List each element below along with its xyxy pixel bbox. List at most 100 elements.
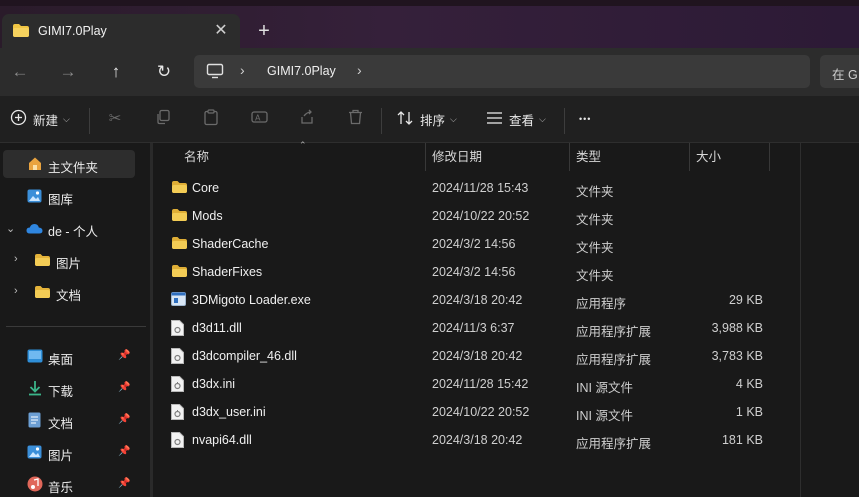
- sidebar-item-desktop[interactable]: 桌面 📌: [0, 342, 146, 370]
- chevron-down-icon: ⌵: [450, 113, 457, 124]
- share-icon[interactable]: [297, 109, 317, 129]
- chevron-right-icon[interactable]: ›: [14, 285, 18, 297]
- column-divider[interactable]: [569, 143, 570, 171]
- file-name: ShaderFixes: [192, 265, 263, 279]
- breadcrumb-separator[interactable]: ›: [240, 62, 245, 78]
- download-icon: [28, 380, 42, 399]
- file-row[interactable]: d3dx.ini 2024/11/28 15:42 INI 源文件 4 KB: [161, 370, 801, 398]
- sidebar-item-home[interactable]: 主文件夹: [3, 150, 135, 178]
- sidebar-item-documents[interactable]: 文档 📌: [0, 406, 146, 434]
- more-options-button[interactable]: •••: [579, 107, 591, 131]
- sidebar-item-label: 主文件夹: [48, 161, 99, 175]
- sidebar-item-label: 文档: [56, 289, 82, 303]
- dll-file-icon: [171, 432, 184, 451]
- close-tab-icon[interactable]: ✕: [210, 20, 232, 42]
- divider: [6, 326, 146, 327]
- file-date-modified: 2024/11/28 15:43: [432, 181, 529, 195]
- sidebar-item-pictures-cloud[interactable]: › 图片: [0, 246, 146, 274]
- up-button[interactable]: ↑: [103, 60, 129, 84]
- file-date-modified: 2024/10/22 20:52: [432, 405, 530, 419]
- new-tab-button[interactable]: +: [252, 20, 276, 44]
- forward-button[interactable]: →: [55, 60, 81, 84]
- sidebar-item-music[interactable]: 音乐 📌: [0, 470, 146, 497]
- column-header-name[interactable]: 名称: [184, 143, 209, 171]
- sort-icon: [397, 110, 414, 129]
- delete-icon[interactable]: [345, 109, 365, 129]
- back-button[interactable]: ←: [7, 60, 33, 84]
- file-size: 3,988 KB: [711, 321, 763, 335]
- folder-icon: [34, 253, 51, 270]
- pin-icon[interactable]: 📌: [118, 478, 130, 489]
- folder-icon: [171, 180, 188, 197]
- copy-icon[interactable]: [153, 109, 173, 129]
- chevron-down-icon: ⌵: [63, 113, 70, 124]
- sidebar-item-label: 图库: [48, 193, 74, 207]
- file-name: 3DMigoto Loader.exe: [192, 293, 311, 307]
- file-name: nvapi64.dll: [192, 433, 252, 447]
- music-icon: [27, 476, 43, 495]
- file-date-modified: 2024/3/2 14:56: [432, 265, 516, 279]
- pin-icon[interactable]: 📌: [118, 382, 130, 393]
- computer-icon[interactable]: [206, 63, 224, 82]
- pin-icon[interactable]: 📌: [118, 446, 130, 457]
- search-input[interactable]: 在 G: [820, 55, 859, 88]
- column-divider[interactable]: [689, 143, 690, 171]
- file-type: 应用程序扩展: [576, 437, 652, 451]
- file-date-modified: 2024/11/3 6:37: [432, 321, 515, 335]
- gallery-icon: [27, 189, 42, 206]
- breadcrumb-item[interactable]: GIMI7.0Play: [267, 64, 336, 78]
- file-date-modified: 2024/10/22 20:52: [432, 209, 530, 223]
- file-row[interactable]: 3DMigoto Loader.exe 2024/3/18 20:42 应用程序 29…: [161, 286, 801, 314]
- address-bar[interactable]: › GIMI7.0Play ›: [194, 55, 810, 88]
- application-icon: [171, 292, 186, 309]
- chevron-down-icon[interactable]: ⌄: [6, 222, 15, 235]
- pin-icon[interactable]: 📌: [118, 414, 130, 425]
- file-row[interactable]: ShaderCache 2024/3/2 14:56 文件夹: [161, 230, 801, 258]
- breadcrumb-separator[interactable]: ›: [357, 62, 362, 78]
- sort-button[interactable]: 排序 ⌵: [397, 107, 457, 131]
- file-size: 3,783 KB: [711, 349, 763, 363]
- chevron-right-icon[interactable]: ›: [14, 253, 18, 265]
- file-date-modified: 2024/11/28 15:42: [432, 377, 529, 391]
- column-header-modified[interactable]: 修改日期: [432, 143, 482, 171]
- view-label: 查看: [509, 113, 535, 128]
- file-row[interactable]: Mods 2024/10/22 20:52 文件夹: [161, 202, 801, 230]
- rename-icon[interactable]: A: [249, 109, 269, 129]
- column-header-type[interactable]: 类型: [576, 143, 601, 171]
- tab-title: GIMI7.0Play: [38, 24, 107, 38]
- navigation-pane: 主文件夹 图库 ⌄ de - 个人 › 图片 › 文档 桌面 📌 下载 📌 文档…: [0, 143, 146, 497]
- sidebar-item-label: 桌面: [48, 353, 74, 367]
- file-row[interactable]: d3dcompiler_46.dll 2024/3/18 20:42 应用程序扩展 3…: [161, 342, 801, 370]
- command-bar: 新建 ⌵ ✂ A 排序 ⌵ 查看 ⌵ •••: [0, 96, 859, 143]
- chevron-down-icon: ⌵: [539, 113, 546, 124]
- file-row[interactable]: d3dx_user.ini 2024/10/22 20:52 INI 源文件 1 KB: [161, 398, 801, 426]
- file-row[interactable]: d3d11.dll 2024/11/3 6:37 应用程序扩展 3,988 KB: [161, 314, 801, 342]
- column-divider[interactable]: [425, 143, 426, 171]
- sidebar-item-documents-cloud[interactable]: › 文档: [0, 278, 146, 306]
- file-type: 应用程序: [576, 297, 627, 311]
- divider: [564, 108, 565, 134]
- plus-circle-icon: [10, 109, 27, 129]
- column-header-size[interactable]: 大小: [696, 143, 721, 171]
- refresh-button[interactable]: ↻: [151, 60, 177, 84]
- svg-text:A: A: [255, 114, 261, 123]
- file-row[interactable]: nvapi64.dll 2024/3/18 20:42 应用程序扩展 181 KB: [161, 426, 801, 454]
- sidebar-item-onedrive[interactable]: ⌄ de - 个人: [0, 214, 146, 242]
- sidebar-item-gallery[interactable]: 图库: [0, 182, 146, 210]
- pin-icon[interactable]: 📌: [118, 350, 130, 361]
- file-type: INI 源文件: [576, 381, 633, 395]
- title-bar: GIMI7.0Play ✕ +: [0, 0, 859, 48]
- tab-gimi[interactable]: GIMI7.0Play ✕: [2, 14, 240, 48]
- file-row[interactable]: Core 2024/11/28 15:43 文件夹: [161, 174, 801, 202]
- sidebar-item-pictures[interactable]: 图片 📌: [0, 438, 146, 466]
- column-divider[interactable]: [769, 143, 770, 171]
- dll-file-icon: [171, 320, 184, 339]
- navigation-bar: ← → ↑ ↻ › GIMI7.0Play › 在 G: [0, 48, 859, 96]
- sidebar-item-downloads[interactable]: 下载 📌: [0, 374, 146, 402]
- file-row[interactable]: ShaderFixes 2024/3/2 14:56 文件夹: [161, 258, 801, 286]
- folder-icon: [12, 23, 30, 41]
- paste-icon[interactable]: [201, 109, 221, 129]
- view-button[interactable]: 查看 ⌵: [486, 107, 546, 131]
- new-button[interactable]: 新建 ⌵: [10, 107, 70, 131]
- cut-icon[interactable]: ✂: [105, 109, 125, 129]
